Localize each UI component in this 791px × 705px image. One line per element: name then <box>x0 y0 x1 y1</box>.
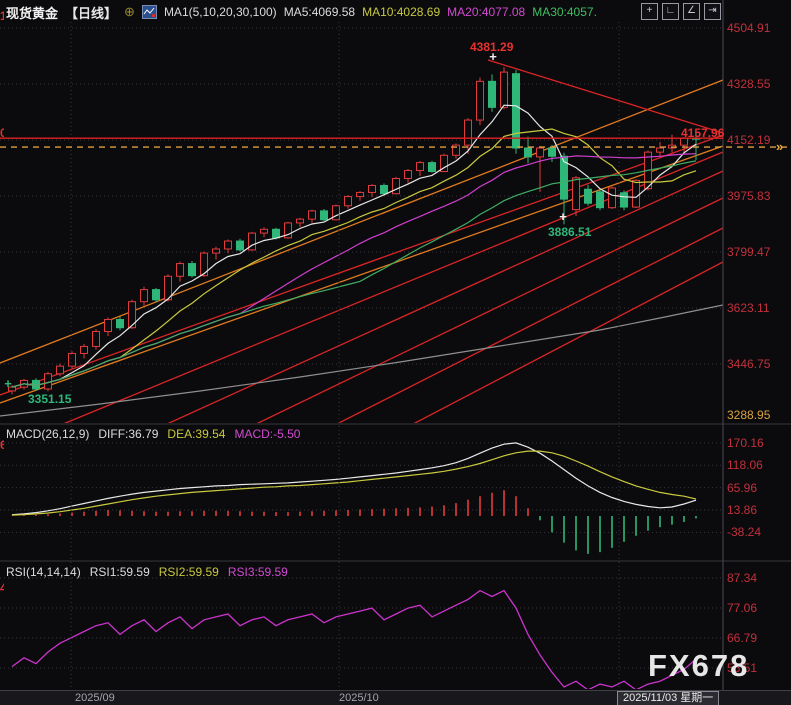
price-annotation: 3886.51 <box>548 225 591 239</box>
time-axis-label: 2025/10 <box>339 692 379 704</box>
price-axis-label: 4328.55 <box>727 77 787 91</box>
price-axis-label: -38.24 <box>727 525 787 539</box>
chart-canvas[interactable]: + + + <box>0 0 791 705</box>
rsi-panel-header: RSI(14,14,14) RSI1:59.59 RSI2:59.59 RSI3… <box>6 565 288 579</box>
extreme-marker-icon: + <box>559 209 567 224</box>
price-axis-label: 4504.91 <box>727 21 787 35</box>
ma30-value: MA30:4057. <box>532 5 597 19</box>
macd-label: MACD(26,12,9) <box>6 427 89 441</box>
price-axis-label: 66.79 <box>727 631 787 645</box>
price-axis-label: 3975.83 <box>727 189 787 203</box>
period-label: 【日线】 <box>65 3 117 22</box>
macd-dea-value: DEA:39.54 <box>167 427 225 441</box>
current-date-label: 2025/11/03 星期一 <box>617 691 719 705</box>
chart-type-icon[interactable] <box>142 5 157 19</box>
macd-diff-value: DIFF:36.79 <box>98 427 158 441</box>
time-axis-label: 2025/09 <box>75 692 115 704</box>
rsi2-value: RSI2:59.59 <box>159 565 219 579</box>
price-axis-label: 3799.47 <box>727 245 787 259</box>
title-bar: 现货黄金 【日线】 ⊕ MA1(5,10,20,30,100) MA5:4069… <box>6 3 597 21</box>
collapse-panel-icon[interactable]: ⇥ <box>704 3 721 20</box>
watermark: FX678 <box>648 648 749 684</box>
ma-group-label: MA1(5,10,20,30,100) <box>164 5 277 19</box>
macd-panel-header: MACD(26,12,9) DIFF:36.79 DEA:39.54 MACD:… <box>6 427 300 441</box>
extreme-marker-icon: + <box>4 376 12 391</box>
price-annotation: 4157.96 <box>681 126 724 140</box>
clipped-axis-fragment: 4 <box>0 581 4 595</box>
ma10-value: MA10:4028.69 <box>362 5 440 19</box>
clipped-axis-fragment: 1 <box>0 9 4 23</box>
clipped-axis-fragment: 0 <box>0 126 4 140</box>
clipped-axis-fragment: 6 <box>0 438 4 452</box>
rsi1-value: RSI1:59.59 <box>90 565 150 579</box>
macd-value: MACD:-5.50 <box>234 427 300 441</box>
time-axis[interactable]: 2025/11/03 星期一 2025/09 2025/10 <box>0 690 791 705</box>
rsi-label: RSI(14,14,14) <box>6 565 81 579</box>
price-axis-label: 77.06 <box>727 601 787 615</box>
rsi3-value: RSI3:59.59 <box>228 565 288 579</box>
trading-chart-app: + + + 现货黄金 【日线】 ⊕ MA1(5,10,20,30,100) MA5:… <box>0 0 791 705</box>
price-axis-label: 87.34 <box>727 571 787 585</box>
price-annotation: 4381.29 <box>470 40 513 54</box>
price-axis-label: 3446.75 <box>727 357 787 371</box>
price-axis-label: 170.16 <box>727 436 787 450</box>
x-axis-scale-icon[interactable]: ∠ <box>683 3 700 20</box>
crosshair-icon[interactable]: + <box>641 3 658 20</box>
add-indicator-icon[interactable]: ⊕ <box>124 4 135 20</box>
symbol-name: 现货黄金 <box>6 3 58 22</box>
price-axis-label: 118.06 <box>727 458 787 472</box>
scroll-right-arrow-icon[interactable]: » <box>776 139 783 154</box>
y-axis-scale-icon[interactable]: ∟ <box>662 3 679 20</box>
price-axis-label: 3288.95 <box>727 408 787 422</box>
ma5-value: MA5:4069.58 <box>284 5 355 19</box>
ma20-value: MA20:4077.08 <box>447 5 525 19</box>
price-annotation: 3351.15 <box>28 392 71 406</box>
price-axis-label: 13.86 <box>727 503 787 517</box>
price-axis-label: 3623.11 <box>727 301 787 315</box>
price-axis-label: 65.96 <box>727 481 787 495</box>
chart-toolbar: + ∟ ∠ ⇥ <box>641 3 721 20</box>
